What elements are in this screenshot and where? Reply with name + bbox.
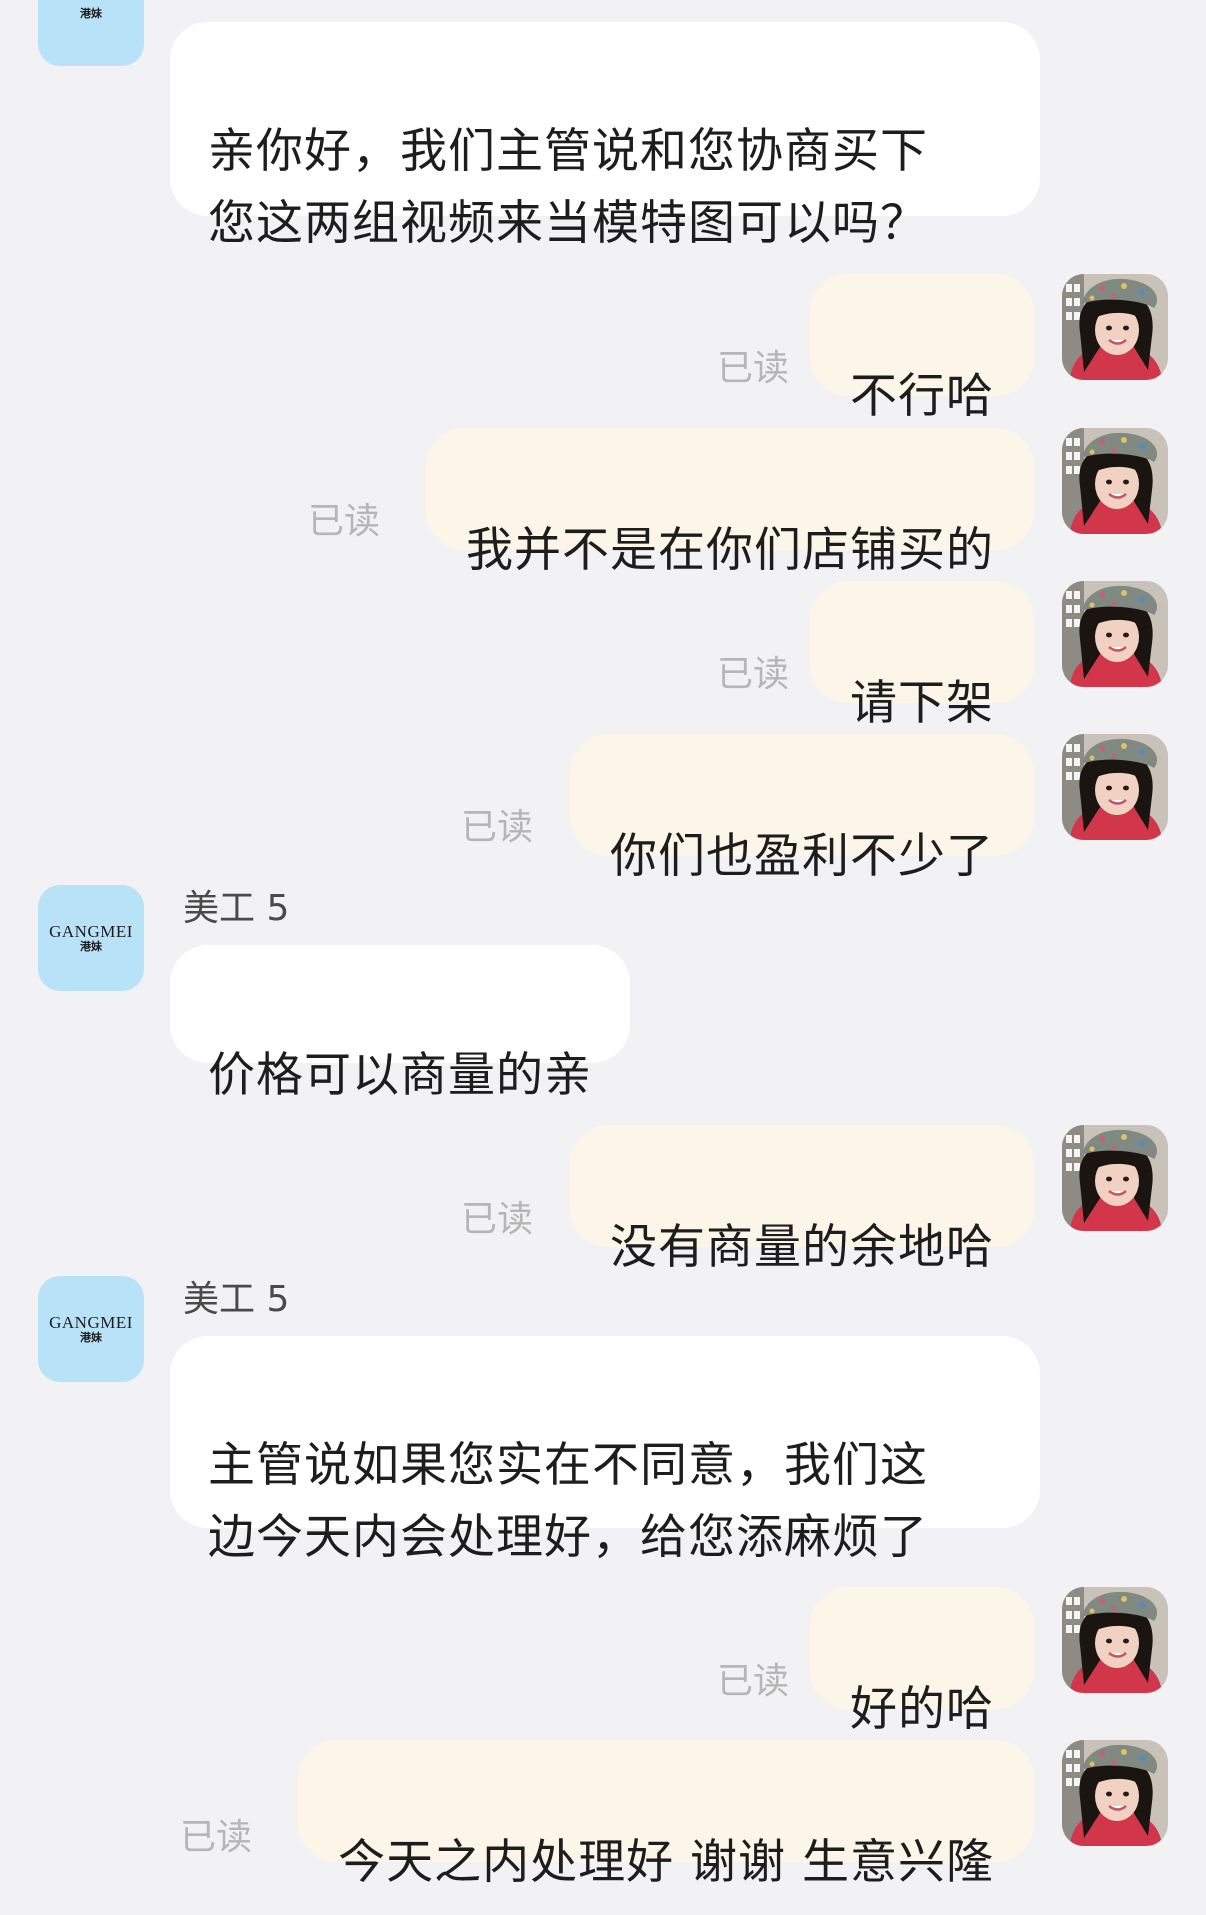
shop-avatar-sub: 港妹 xyxy=(80,7,102,20)
message-bubble-outgoing[interactable]: 不行哈 xyxy=(810,274,1034,424)
user-avatar-photo xyxy=(1062,428,1168,534)
user-avatar-photo xyxy=(1062,734,1168,840)
user-avatar-photo xyxy=(1062,1125,1168,1231)
read-status: 已读 xyxy=(461,1199,534,1240)
message-bubble-outgoing[interactable]: 好的哈 xyxy=(810,1587,1034,1737)
read-status: 已读 xyxy=(180,1817,253,1858)
user-avatar[interactable] xyxy=(1062,1587,1168,1693)
shop-avatar-brand: GANGMEI xyxy=(49,922,133,941)
user-avatar-photo xyxy=(1062,1740,1168,1846)
read-status: 已读 xyxy=(461,807,534,848)
read-status: 已读 xyxy=(717,1661,790,1702)
message-text: 没有商量的余地哈 xyxy=(610,1220,994,1275)
user-avatar[interactable] xyxy=(1062,274,1168,380)
user-avatar-photo xyxy=(1062,581,1168,687)
user-avatar[interactable] xyxy=(1062,734,1168,840)
message-text: 价格可以商量的亲 xyxy=(208,1048,592,1103)
user-avatar[interactable] xyxy=(1062,581,1168,687)
shop-avatar-sub: 港妹 xyxy=(80,940,102,953)
shop-avatar[interactable]: GANGMEI 港妹 xyxy=(38,885,144,991)
message-bubble-outgoing[interactable]: 我并不是在你们店铺买的 xyxy=(426,428,1034,578)
read-status: 已读 xyxy=(717,654,790,695)
message-bubble-outgoing[interactable]: 请下架 xyxy=(810,581,1034,731)
message-bubble-outgoing[interactable]: 没有商量的余地哈 xyxy=(570,1125,1034,1275)
message-text: 亲你好，我们主管说和您协商买下 您这两组视频来当模特图可以吗？ xyxy=(208,124,928,251)
read-status: 已读 xyxy=(717,348,790,389)
message-text: 主管说如果您实在不同意，我们这 边今天内会处理好，给您添麻烦了 xyxy=(208,1438,928,1565)
sender-name: 美工 5 xyxy=(183,888,290,929)
message-text: 不行哈 xyxy=(850,369,994,424)
message-bubble-incoming[interactable]: 价格可以商量的亲 xyxy=(170,945,630,1103)
message-bubble-outgoing[interactable]: 你们也盈利不少了 xyxy=(570,734,1034,884)
sender-name: 美工 5 xyxy=(183,1279,290,1320)
message-text: 请下架 xyxy=(850,676,994,731)
message-bubble-incoming[interactable]: 亲你好，我们主管说和您协商买下 您这两组视频来当模特图可以吗？ xyxy=(170,22,1040,251)
message-text: 我并不是在你们店铺买的 xyxy=(466,523,994,578)
shop-avatar-sub: 港妹 xyxy=(80,1331,102,1344)
user-avatar[interactable] xyxy=(1062,1125,1168,1231)
shop-avatar-brand: GANGMEI xyxy=(49,1313,133,1332)
message-text: 好的哈 xyxy=(850,1682,994,1737)
message-text: 今天之内处理好 谢谢 生意兴隆 xyxy=(338,1835,994,1890)
read-status: 已读 xyxy=(308,501,381,542)
message-bubble-incoming[interactable]: 主管说如果您实在不同意，我们这 边今天内会处理好，给您添麻烦了 xyxy=(170,1336,1040,1565)
user-avatar-photo xyxy=(1062,1587,1168,1693)
user-avatar-photo xyxy=(1062,274,1168,380)
shop-avatar[interactable]: GANGMEI 港妹 xyxy=(38,1276,144,1382)
message-text: 你们也盈利不少了 xyxy=(610,829,994,884)
shop-avatar[interactable]: GANGMEI 港妹 xyxy=(38,0,144,66)
user-avatar[interactable] xyxy=(1062,1740,1168,1846)
message-bubble-outgoing[interactable]: 今天之内处理好 谢谢 生意兴隆 xyxy=(298,1740,1034,1890)
user-avatar[interactable] xyxy=(1062,428,1168,534)
